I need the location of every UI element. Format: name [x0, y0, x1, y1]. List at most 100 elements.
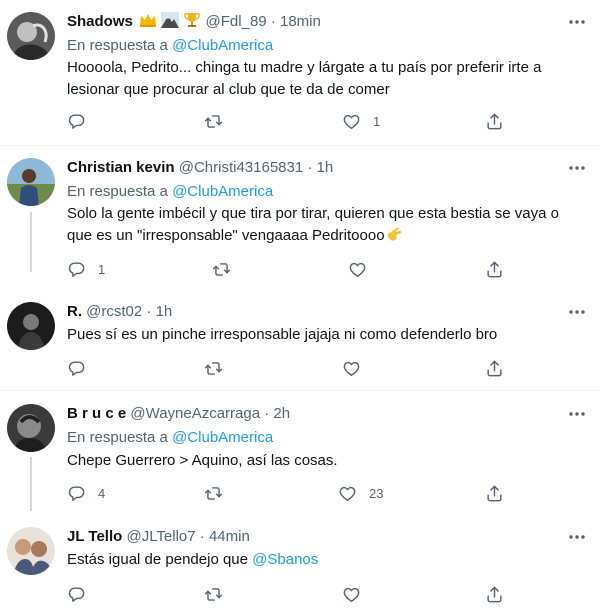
trophy-emoji-icon — [184, 13, 201, 27]
avatar[interactable] — [7, 158, 55, 206]
more-options-icon[interactable] — [568, 404, 586, 424]
share-button[interactable] — [485, 584, 504, 604]
timestamp[interactable]: · 2h — [264, 405, 290, 422]
reply-button[interactable] — [67, 584, 86, 604]
crown-emoji-icon — [140, 14, 157, 27]
timestamp[interactable]: · 18min — [271, 13, 321, 30]
reply-button[interactable]: 4 — [67, 483, 105, 503]
tweet[interactable]: B r u c e @WayneAzcarraga · 2h En respue… — [0, 391, 600, 511]
reply-icon — [67, 484, 86, 503]
retweet-icon — [204, 359, 223, 378]
tweet-text: Hoooola, Pedrito... chinga tu madre y lá… — [67, 59, 542, 98]
reply-context: En respuesta a @ClubAmerica — [67, 36, 273, 56]
like-button[interactable] — [342, 584, 361, 604]
avatar[interactable] — [7, 404, 55, 452]
reply-icon — [67, 359, 86, 378]
more-options-icon[interactable] — [568, 302, 586, 322]
tweet-header: R. @rcst02 · 1h — [67, 302, 172, 322]
reply-button[interactable] — [67, 111, 86, 131]
share-button[interactable] — [485, 259, 504, 279]
reply-button[interactable]: 1 — [67, 259, 105, 279]
reply-prefix: En respuesta a — [67, 183, 168, 200]
like-button[interactable] — [348, 259, 367, 279]
display-name[interactable]: B r u c e — [67, 405, 126, 422]
retweet-icon — [204, 585, 223, 604]
timestamp[interactable]: · 44min — [200, 528, 250, 545]
name-emoji-badges — [139, 12, 201, 34]
retweet-icon — [212, 260, 231, 279]
hand-emoji-icon — [387, 227, 401, 241]
reply-mention-link[interactable]: @ClubAmerica — [172, 37, 273, 54]
timestamp[interactable]: · 1h — [307, 159, 333, 176]
reply-count: 1 — [98, 261, 106, 277]
like-button[interactable] — [342, 358, 361, 378]
retweet-icon — [204, 484, 223, 503]
tweet-header: Christian kevin @Christi43165831 · 1h — [67, 158, 333, 178]
timestamp[interactable]: · 1h — [146, 303, 172, 320]
tweet[interactable]: Shadows @Fdl_89 · 18min En respuesta a @… — [0, 0, 600, 140]
handle[interactable]: @Fdl_89 — [206, 13, 267, 30]
avatar[interactable] — [7, 302, 55, 350]
tweet[interactable]: R. @rcst02 · 1h Pues sí es un pinche irr… — [0, 290, 600, 390]
like-button[interactable]: 23 — [338, 483, 383, 503]
like-icon — [338, 484, 357, 503]
tweet-text: Pues sí es un pinche irresponsable jajaj… — [67, 326, 498, 343]
avatar[interactable] — [7, 12, 55, 60]
retweet-button[interactable] — [204, 483, 223, 503]
share-button[interactable] — [485, 483, 504, 503]
avatar[interactable] — [7, 527, 55, 575]
retweet-icon — [204, 112, 223, 131]
thread-line — [30, 212, 32, 272]
like-icon — [342, 112, 361, 131]
share-icon — [485, 484, 504, 503]
retweet-button[interactable] — [212, 259, 231, 279]
retweet-button[interactable] — [204, 584, 223, 604]
reply-button[interactable] — [67, 358, 86, 378]
reply-icon — [67, 112, 86, 131]
tweet-header: B r u c e @WayneAzcarraga · 2h — [67, 404, 290, 424]
retweet-button[interactable] — [204, 111, 223, 131]
reply-prefix: En respuesta a — [67, 37, 168, 54]
display-name[interactable]: JL Tello — [67, 528, 122, 545]
reply-mention-link[interactable]: @ClubAmerica — [172, 429, 273, 446]
tweet-text: Solo la gente imbécil y que tira por tir… — [67, 205, 559, 244]
handle[interactable]: @WayneAzcarraga — [130, 405, 260, 422]
tweet-text-block: Estás igual de pendejo que @Sbanos — [67, 549, 572, 571]
mountain-emoji-icon — [161, 12, 180, 28]
handle[interactable]: @Christi43165831 — [179, 159, 303, 176]
reply-context: En respuesta a @ClubAmerica — [67, 428, 273, 448]
reply-mention-link[interactable]: @ClubAmerica — [172, 183, 273, 200]
like-button[interactable]: 1 — [342, 111, 380, 131]
tweet-header: JL Tello @JLTello7 · 44min — [67, 527, 250, 547]
reply-count: 4 — [98, 485, 106, 501]
share-button[interactable] — [485, 358, 504, 378]
mention-link[interactable]: @Sbanos — [252, 551, 318, 568]
display-name[interactable]: R. — [67, 303, 82, 320]
share-button[interactable] — [485, 111, 504, 131]
more-options-icon[interactable] — [568, 12, 586, 32]
handle[interactable]: @JLTello7 — [126, 528, 195, 545]
thread-line — [30, 457, 32, 511]
more-options-icon[interactable] — [568, 158, 586, 178]
tweet[interactable]: Christian kevin @Christi43165831 · 1h En… — [0, 146, 600, 286]
like-icon — [342, 585, 361, 604]
like-count: 23 — [369, 485, 384, 501]
like-icon — [342, 359, 361, 378]
tweet-header: Shadows @Fdl_89 · 18min — [67, 12, 321, 34]
reply-icon — [67, 260, 86, 279]
display-name[interactable]: Shadows — [67, 13, 133, 30]
tweet[interactable]: JL Tello @JLTello7 · 44min Estás igual d… — [0, 515, 600, 609]
more-options-icon[interactable] — [568, 527, 586, 547]
retweet-button[interactable] — [204, 358, 223, 378]
handle[interactable]: @rcst02 — [86, 303, 142, 320]
tweet-text: Estás igual de pendejo que — [67, 551, 248, 568]
share-icon — [485, 112, 504, 131]
tweet-text: Chepe Guerrero > Aquino, así las cosas. — [67, 452, 338, 469]
reply-context: En respuesta a @ClubAmerica — [67, 182, 273, 202]
share-icon — [485, 260, 504, 279]
like-count: 1 — [373, 113, 381, 129]
display-name[interactable]: Christian kevin — [67, 159, 175, 176]
like-icon — [348, 260, 367, 279]
tweet-text-block: Solo la gente imbécil y que tira por tir… — [67, 203, 572, 247]
reply-prefix: En respuesta a — [67, 429, 168, 446]
